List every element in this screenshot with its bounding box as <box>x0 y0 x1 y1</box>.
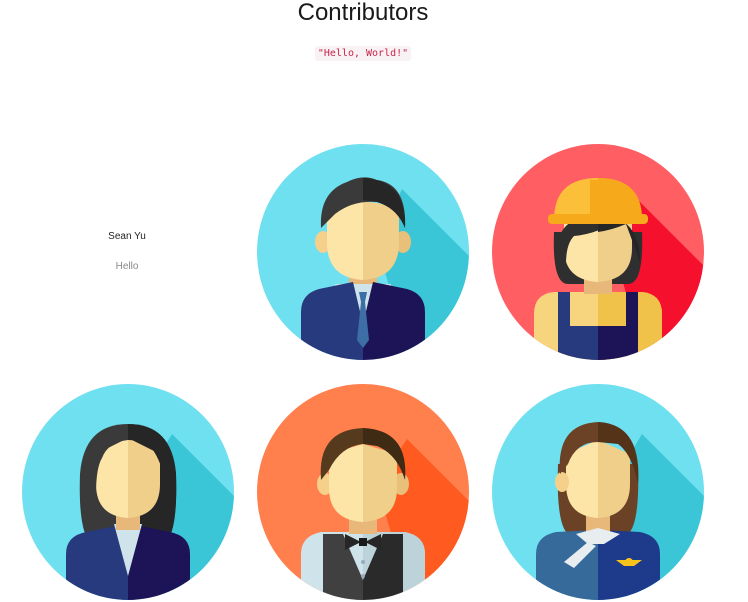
construction-worker-avatar-icon <box>492 144 704 360</box>
businessman-avatar-icon <box>257 144 469 360</box>
contributor-avatar-3[interactable] <box>22 384 234 600</box>
contributor-bio: Hello <box>115 261 139 272</box>
contributor-avatar-2[interactable] <box>492 144 704 360</box>
contributor-card-featured: Sean Yu Hello <box>22 144 232 360</box>
contributor-avatar-4[interactable] <box>257 384 469 600</box>
code-snippet: "Hello, World!" <box>314 46 412 61</box>
code-snippet-wrapper: "Hello, World!" <box>0 43 726 61</box>
waiter-avatar-icon <box>257 384 469 600</box>
contributor-avatar-5[interactable] <box>492 384 704 600</box>
businesswoman-avatar-icon <box>22 384 234 600</box>
page-title: Contributors <box>297 0 429 26</box>
contributor-avatar-1[interactable] <box>257 144 469 360</box>
flight-attendant-avatar-icon <box>492 384 704 600</box>
contributor-name: Sean Yu <box>108 231 146 242</box>
